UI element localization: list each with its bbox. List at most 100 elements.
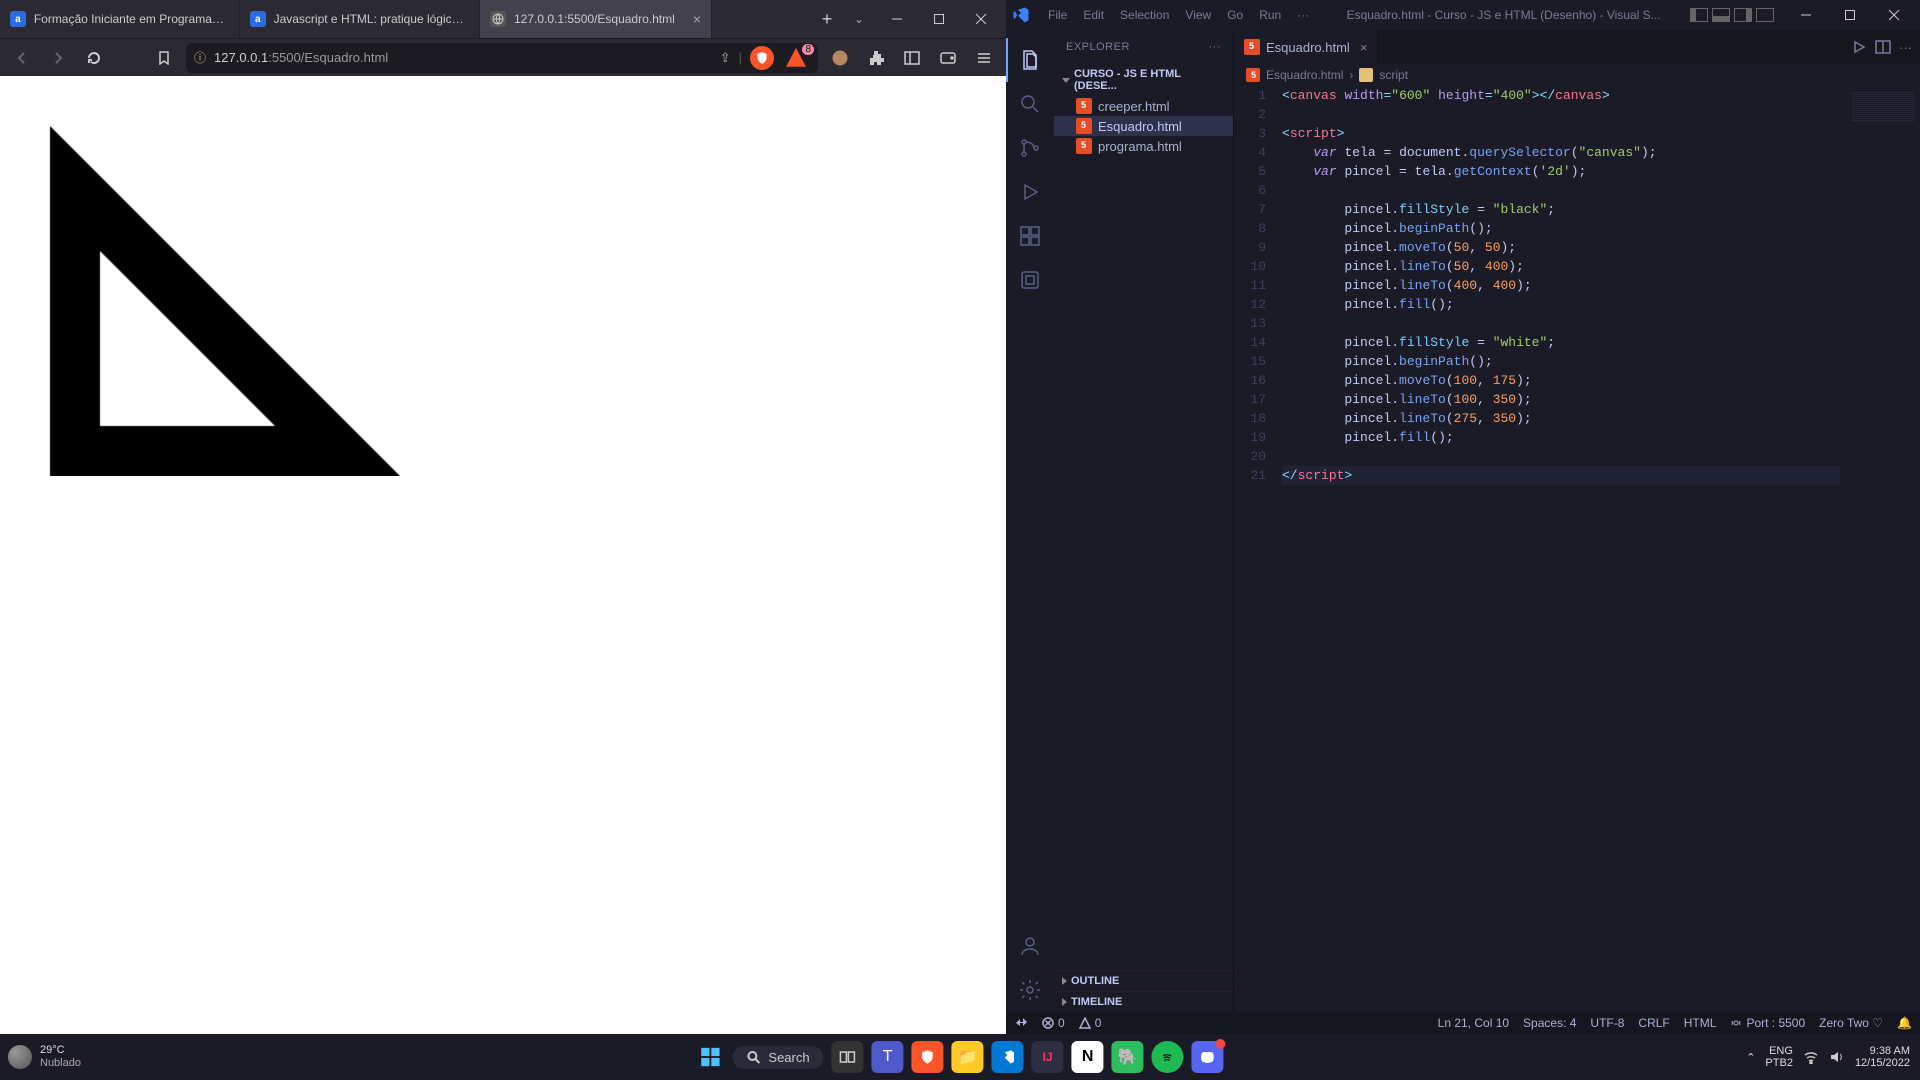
indent-indicator[interactable]: Spaces: 4	[1523, 1016, 1576, 1030]
site-info-icon[interactable]: ⓘ	[194, 49, 206, 66]
run-icon[interactable]	[1851, 39, 1867, 55]
activity-explorer-icon[interactable]	[1006, 38, 1054, 82]
activity-scm-icon[interactable]	[1006, 126, 1054, 170]
eol-indicator[interactable]: CRLF	[1638, 1016, 1669, 1030]
app-spotify-icon[interactable]	[1152, 1041, 1184, 1073]
back-button[interactable]	[8, 44, 36, 72]
explorer-more-icon[interactable]: ···	[1209, 41, 1222, 53]
language-indicator[interactable]: HTML	[1684, 1016, 1717, 1030]
browser-tab[interactable]: aJavascript e HTML: pratique lógica co	[240, 0, 480, 38]
notifications-icon[interactable]: 🔔	[1897, 1016, 1912, 1030]
taskbar-search[interactable]: Search	[732, 1046, 823, 1069]
url-input[interactable]	[396, 50, 712, 65]
maximize-button[interactable]	[918, 4, 960, 34]
layout-bottom-icon[interactable]	[1712, 8, 1730, 22]
tab-dropdown-icon[interactable]: ⌄	[842, 12, 876, 26]
layout-customize-icon[interactable]	[1756, 8, 1774, 22]
split-editor-icon[interactable]	[1875, 39, 1891, 55]
app-discord-icon[interactable]	[1192, 1041, 1224, 1073]
timeline-section[interactable]: TIMELINE	[1054, 991, 1233, 1012]
close-tab-icon[interactable]: ×	[693, 11, 701, 27]
browser-tab[interactable]: aFormação Iniciante em Programação	[0, 0, 240, 38]
code-editor[interactable]: 123456789101112131415161718192021 <canva…	[1234, 86, 1920, 1012]
menu-edit[interactable]: Edit	[1075, 6, 1112, 24]
file-item[interactable]: programa.html	[1054, 136, 1233, 156]
address-bar[interactable]: ⓘ 127.0.0.1:5500/Esquadro.html ⇪ | 8	[186, 43, 818, 73]
wifi-icon[interactable]	[1803, 1050, 1819, 1064]
folder-toggle[interactable]: CURSO - JS E HTML (DESE...	[1054, 64, 1233, 96]
menu-go[interactable]: Go	[1219, 6, 1251, 24]
breadcrumbs[interactable]: Esquadro.html › script	[1234, 64, 1920, 86]
menu-file[interactable]: File	[1040, 6, 1075, 24]
chevron-right-icon	[1062, 998, 1067, 1006]
menu-selection[interactable]: Selection	[1112, 6, 1177, 24]
editor-tab-esquadro[interactable]: Esquadro.html ×	[1234, 30, 1378, 64]
remote-indicator[interactable]	[1014, 1016, 1028, 1030]
app-explorer-icon[interactable]: 📁	[952, 1041, 984, 1073]
file-item[interactable]: creeper.html	[1054, 96, 1233, 116]
sidebar-toggle-icon[interactable]	[898, 44, 926, 72]
minimize-button[interactable]	[876, 4, 918, 34]
folder-name: CURSO - JS E HTML (DESE...	[1074, 68, 1225, 92]
explorer-sidebar: EXPLORER ··· CURSO - JS E HTML (DESE... …	[1054, 30, 1234, 1012]
activity-debug-icon[interactable]	[1006, 170, 1054, 214]
extensions-icon[interactable]	[862, 44, 890, 72]
file-item[interactable]: Esquadro.html	[1054, 116, 1233, 136]
encoding-indicator[interactable]: UTF-8	[1590, 1016, 1624, 1030]
clock[interactable]: 9:38 AM 12/15/2022	[1855, 1045, 1910, 1069]
app-teams-icon[interactable]: T	[872, 1041, 904, 1073]
taskview-icon[interactable]	[832, 1041, 864, 1073]
bookmark-icon[interactable]	[150, 44, 178, 72]
more-actions-icon[interactable]: ···	[1899, 40, 1912, 55]
close-tab-icon[interactable]: ×	[1360, 40, 1368, 55]
activity-settings-icon[interactable]	[1006, 968, 1054, 1012]
app-intellij-icon[interactable]: IJ	[1032, 1041, 1064, 1073]
wallet-icon[interactable]	[934, 44, 962, 72]
brave-shield-icon[interactable]	[750, 46, 774, 70]
menu-icon[interactable]	[970, 44, 998, 72]
menu-run[interactable]: Run	[1251, 6, 1289, 24]
tray-chevron-icon[interactable]: ⌃	[1746, 1051, 1755, 1064]
status-bar: 0 0 Ln 21, Col 10 Spaces: 4 UTF-8 CRLF H…	[1006, 1012, 1920, 1034]
warnings-indicator[interactable]: 0	[1079, 1016, 1102, 1030]
activity-extensions-icon[interactable]	[1006, 214, 1054, 258]
volume-icon[interactable]	[1829, 1050, 1845, 1064]
activity-search-icon[interactable]	[1006, 82, 1054, 126]
menu-moremoremore[interactable]: ···	[1289, 6, 1317, 24]
activity-bar	[1006, 30, 1054, 1012]
app-vscode-icon[interactable]	[992, 1041, 1024, 1073]
activity-liveserver-icon[interactable]	[1006, 258, 1054, 302]
vscode-maximize-button[interactable]	[1828, 0, 1872, 30]
app-evernote-icon[interactable]: 🐘	[1112, 1041, 1144, 1073]
html-file-icon	[1244, 39, 1260, 55]
forward-button[interactable]	[44, 44, 72, 72]
theme-indicator[interactable]: Zero Two ♡	[1819, 1016, 1883, 1030]
close-button[interactable]	[960, 4, 1002, 34]
share-icon[interactable]: ⇪	[720, 50, 731, 66]
liveserver-indicator[interactable]: Port : 5500	[1730, 1016, 1805, 1030]
weather-widget[interactable]: 29°C Nublado	[0, 1044, 81, 1070]
profile-icon[interactable]	[826, 44, 854, 72]
new-tab-button[interactable]: +	[812, 0, 842, 38]
errors-indicator[interactable]: 0	[1042, 1016, 1065, 1030]
brave-rewards-icon[interactable]: 8	[782, 46, 810, 70]
vscode-minimize-button[interactable]	[1784, 0, 1828, 30]
language-indicator[interactable]: ENG PTB2	[1765, 1045, 1793, 1069]
app-brave-icon[interactable]	[912, 1041, 944, 1073]
vscode-close-button[interactable]	[1872, 0, 1916, 30]
activity-account-icon[interactable]	[1006, 924, 1054, 968]
browser-window: aFormação Iniciante em ProgramaçãoaJavas…	[0, 0, 1006, 1034]
reload-button[interactable]	[80, 44, 108, 72]
layout-right-icon[interactable]	[1734, 8, 1752, 22]
weather-icon	[8, 1045, 32, 1069]
menu-view[interactable]: View	[1177, 6, 1219, 24]
app-notion-icon[interactable]: N	[1072, 1041, 1104, 1073]
outline-section[interactable]: OUTLINE	[1054, 970, 1233, 991]
browser-tab[interactable]: 127.0.0.1:5500/Esquadro.html×	[480, 0, 712, 38]
start-button[interactable]	[696, 1043, 724, 1071]
layout-left-icon[interactable]	[1690, 8, 1708, 22]
site-favicon: a	[250, 11, 266, 27]
cursor-position[interactable]: Ln 21, Col 10	[1438, 1016, 1509, 1030]
tab-label: Formação Iniciante em Programação	[34, 12, 229, 26]
minimap[interactable]	[1840, 86, 1920, 1012]
